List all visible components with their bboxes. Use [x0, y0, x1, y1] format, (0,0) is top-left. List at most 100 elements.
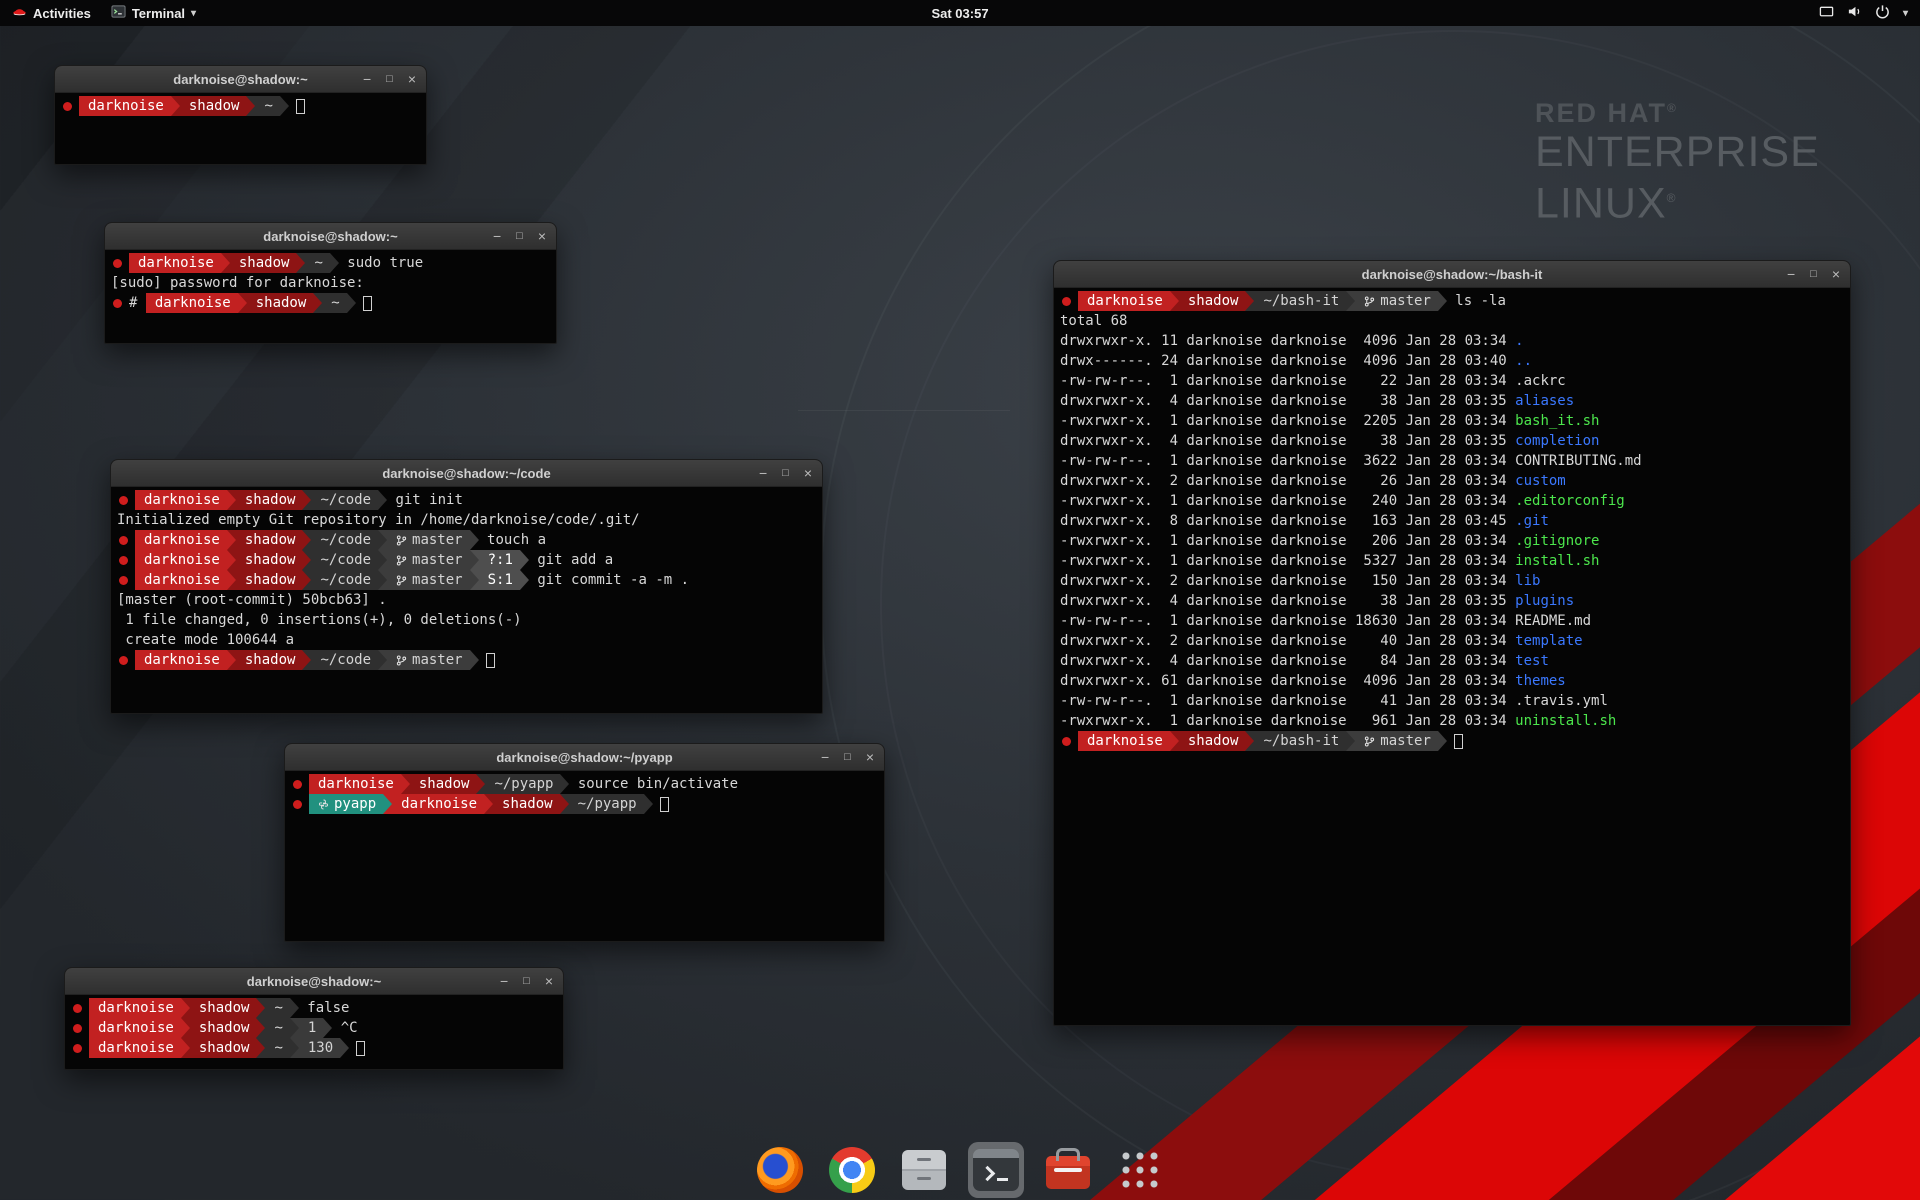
terminal-body[interactable]: darknoiseshadow~/code git initInitialize…	[111, 487, 822, 673]
terminal-text: drwxrwxr-x. 4 darknoise darknoise 38 Jan…	[1060, 433, 1515, 449]
terminal-window-home-2[interactable]: darknoise@shadow:~ − □ × darknoise shadow…	[64, 967, 564, 1070]
powerline-separator-icon	[227, 530, 236, 550]
activities-button[interactable]: Activities	[12, 4, 91, 22]
prompt-segment-user: darknoise	[89, 1038, 181, 1058]
terminal-icon	[973, 1149, 1019, 1191]
terminal-text: -rwxrwxr-x. 1 darknoise darknoise 5327 J…	[1060, 553, 1515, 569]
maximize-button[interactable]: □	[1810, 261, 1817, 288]
dock-item-software[interactable]	[1044, 1146, 1092, 1194]
prompt-segment-host: shadow	[247, 293, 314, 313]
prompt-segment-text: darknoise	[144, 532, 220, 548]
window-titlebar[interactable]: darknoise@shadow:~ − □ ×	[65, 968, 563, 995]
powerline-separator-icon	[302, 490, 311, 510]
powerline-separator-icon	[280, 96, 289, 116]
terminal-text: -rwxrwxr-x. 1 darknoise darknoise 961 Ja…	[1060, 713, 1515, 729]
system-status-area[interactable]: ▾	[1819, 4, 1908, 22]
maximize-button[interactable]: □	[844, 744, 851, 771]
terminal-text: .editorconfig	[1515, 493, 1625, 509]
minimize-button[interactable]: −	[821, 744, 829, 771]
terminal-line: darknoiseshadow~/pyapp source bin/activa…	[291, 774, 878, 794]
powerline-separator-icon	[256, 998, 265, 1018]
terminal-body[interactable]: darknoiseshadow~	[55, 93, 426, 119]
prompt-segment-text: ~/code	[320, 572, 371, 588]
prompt-segment-text: shadow	[245, 532, 296, 548]
prompt-segment-text: darknoise	[401, 796, 477, 812]
terminal-window-pyapp[interactable]: darknoise@shadow:~/pyapp − □ × darknoise…	[284, 743, 885, 942]
terminal-line: drwxrwxr-x. 4 darknoise darknoise 38 Jan…	[1060, 391, 1844, 411]
powerline-separator-icon	[1438, 731, 1447, 751]
close-button[interactable]: ×	[408, 66, 416, 93]
terminal-window-home-1[interactable]: darknoise@shadow:~ − □ × darknoiseshadow…	[54, 65, 427, 165]
terminal-body[interactable]: darknoiseshadow~/bash-itmaster ls -latot…	[1054, 288, 1850, 754]
powerline-separator-icon	[181, 998, 190, 1018]
terminal-text: .	[1515, 333, 1523, 349]
volume-icon[interactable]	[1847, 4, 1862, 22]
window-titlebar[interactable]: darknoise@shadow:~ − □ ×	[105, 223, 556, 250]
powerline-separator-icon	[1170, 291, 1179, 311]
window-title: darknoise@shadow:~	[65, 974, 563, 989]
terminal-window-sudo[interactable]: darknoise@shadow:~ − □ × darknoise shadow…	[104, 222, 557, 344]
prompt-segment-text: darknoise	[1087, 293, 1163, 309]
maximize-button[interactable]: □	[386, 66, 393, 93]
powerline-separator-icon	[644, 794, 653, 814]
close-button[interactable]: ×	[1832, 261, 1840, 288]
close-button[interactable]: ×	[866, 744, 874, 771]
close-button[interactable]: ×	[804, 460, 812, 487]
powerline-separator-icon	[1346, 291, 1355, 311]
powerline-separator-icon	[401, 774, 410, 794]
powerline-separator-icon	[1346, 731, 1355, 751]
window-titlebar[interactable]: darknoise@shadow:~ − □ ×	[55, 66, 426, 93]
minimize-button[interactable]: −	[363, 66, 371, 93]
maximize-button[interactable]: □	[523, 968, 530, 995]
app-menu-terminal[interactable]: Terminal ▾	[111, 4, 196, 22]
prompt-segment-code: 1	[299, 1018, 323, 1038]
terminal-cursor	[1454, 734, 1463, 749]
terminal-line: drwxrwxr-x. 2 darknoise darknoise 40 Jan…	[1060, 631, 1844, 651]
terminal-text: -rw-rw-r--. 1 darknoise darknoise 22 Jan…	[1060, 373, 1515, 389]
dock	[756, 1146, 1164, 1194]
terminal-window-code[interactable]: darknoise@shadow:~/code − □ × darknoise s…	[110, 459, 823, 714]
prompt-segment-path: ~	[305, 253, 329, 273]
terminal-window-bash-it[interactable]: darknoise@shadow:~/bash-it − □ × darknoi…	[1053, 260, 1851, 1026]
minimize-button[interactable]: −	[493, 223, 501, 250]
close-button[interactable]: ×	[545, 968, 553, 995]
terminal-body[interactable]: darknoiseshadow~/pyapp source bin/activa…	[285, 771, 884, 817]
window-titlebar[interactable]: darknoise@shadow:~/bash-it − □ ×	[1054, 261, 1850, 288]
maximize-button[interactable]: □	[516, 223, 523, 250]
firefox-icon	[757, 1147, 803, 1193]
terminal-body[interactable]: darknoiseshadow~ sudo true[sudo] passwor…	[105, 250, 556, 316]
prompt-segment-text: ~/pyapp	[578, 796, 637, 812]
minimize-button[interactable]: −	[759, 460, 767, 487]
minimize-button[interactable]: −	[1787, 261, 1795, 288]
prompt-segment-user: darknoise	[135, 570, 227, 590]
maximize-button[interactable]: □	[782, 460, 789, 487]
powerline-separator-icon	[302, 550, 311, 570]
prompt-segment-text: darknoise	[155, 295, 231, 311]
terminal-text: ^C	[332, 1020, 357, 1036]
terminal-text: false	[299, 1000, 350, 1016]
prompt-segment-path: ~	[322, 293, 346, 313]
terminal-line: -rw-rw-r--. 1 darknoise darknoise 22 Jan…	[1060, 371, 1844, 391]
display-icon[interactable]	[1819, 4, 1834, 22]
window-titlebar[interactable]: darknoise@shadow:~/code − □ ×	[111, 460, 822, 487]
terminal-body[interactable]: darknoiseshadow~ falsedarknoiseshadow~1 …	[65, 995, 563, 1061]
prompt-status-icon	[119, 536, 128, 545]
terminal-line: darknoiseshadow~/codemaster touch a	[117, 530, 816, 550]
dock-item-firefox[interactable]	[756, 1146, 804, 1194]
window-titlebar[interactable]: darknoise@shadow:~/pyapp − □ ×	[285, 744, 884, 771]
prompt-segment-host: shadow	[230, 253, 297, 273]
prompt-segment-host: shadow	[190, 1018, 257, 1038]
close-button[interactable]: ×	[538, 223, 546, 250]
dock-item-files[interactable]	[900, 1146, 948, 1194]
power-icon[interactable]	[1875, 4, 1890, 22]
dock-item-show-applications[interactable]	[1116, 1146, 1164, 1194]
terminal-text: custom	[1515, 473, 1566, 489]
terminal-text: source bin/activate	[569, 776, 738, 792]
dock-item-chrome[interactable]	[828, 1146, 876, 1194]
prompt-segment-user: darknoise	[135, 530, 227, 550]
terminal-line: [master (root-commit) 50bcb63] .	[117, 590, 816, 610]
minimize-button[interactable]: −	[500, 968, 508, 995]
clock[interactable]: Sat 03:57	[931, 6, 988, 21]
dock-item-terminal[interactable]	[972, 1146, 1020, 1194]
prompt-segment-text: darknoise	[98, 1040, 174, 1056]
